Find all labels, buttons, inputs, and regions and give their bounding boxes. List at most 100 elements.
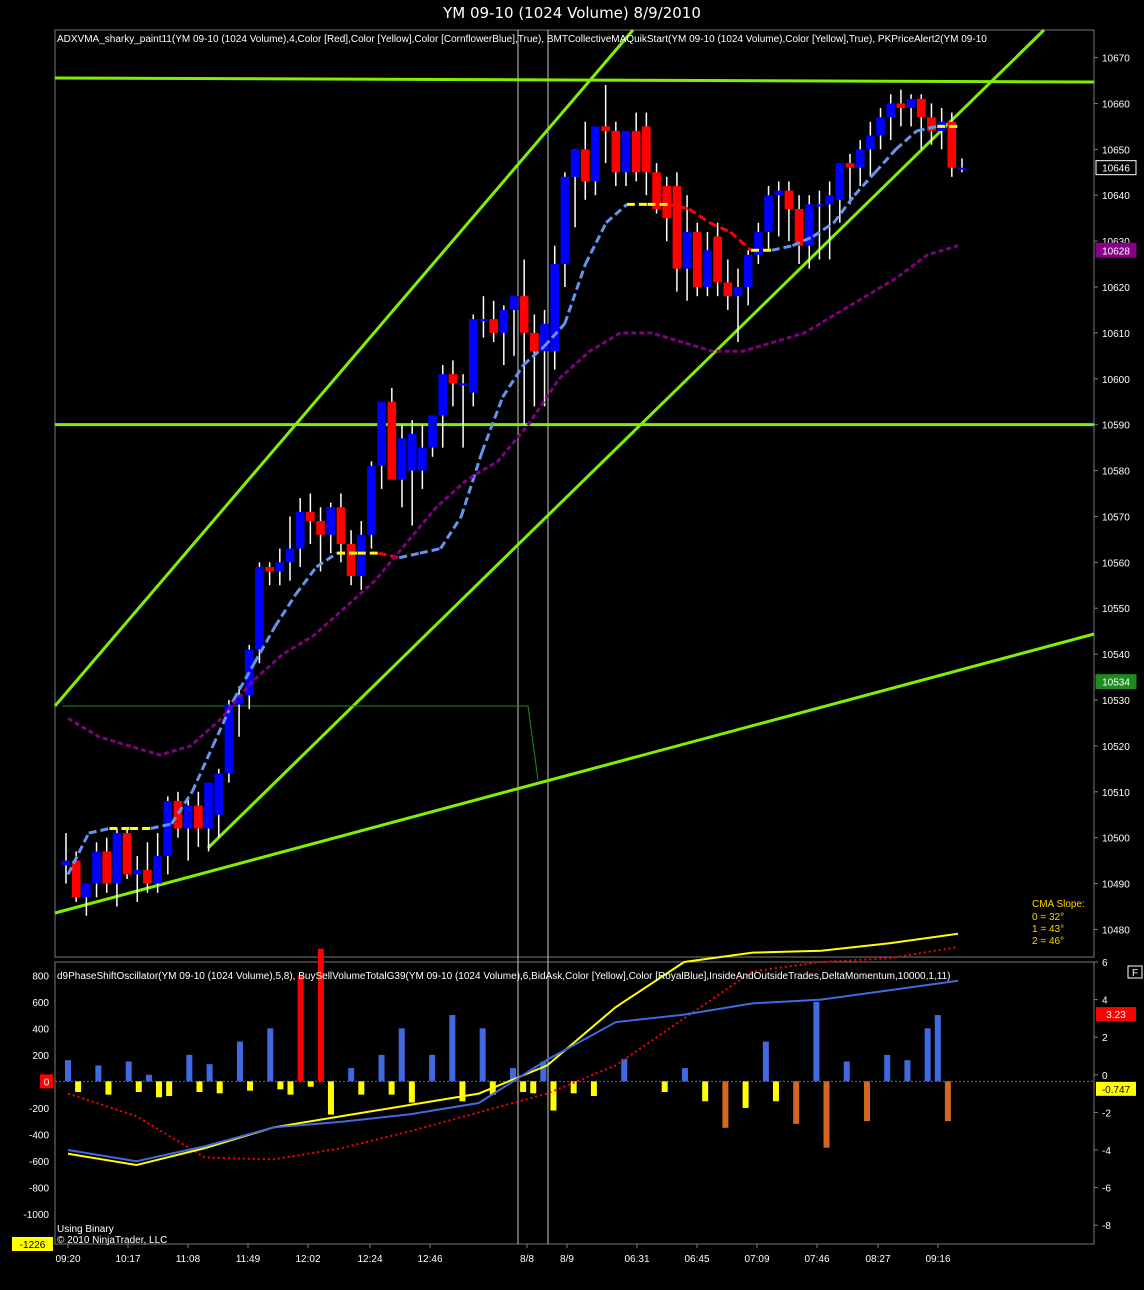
- price-axis-label: 10530: [1102, 696, 1130, 707]
- axes: 1067010660106501064010630106201061010600…: [23, 54, 1130, 1265]
- price-axis-label: 10540: [1102, 650, 1130, 661]
- price-axis-label: 10550: [1102, 604, 1130, 615]
- time-axis-label: 07:09: [744, 1254, 769, 1265]
- candle-body: [92, 851, 101, 884]
- oscillator-panel: [55, 932, 1094, 1167]
- time-axis-label: 11:49: [236, 1254, 261, 1265]
- cma-segment: [584, 222, 608, 265]
- candle-body: [82, 883, 91, 898]
- price-axis-label: 10610: [1102, 329, 1130, 340]
- candle-body: [560, 176, 570, 265]
- volume-bar: [125, 1061, 132, 1082]
- candle-body: [876, 117, 885, 136]
- price-tag-label: 10534: [1102, 678, 1130, 689]
- volume-bar: [267, 1028, 274, 1082]
- candle-body: [468, 319, 478, 393]
- cma-segment: [709, 221, 731, 234]
- cma-segment: [398, 551, 421, 560]
- cma-segment: [315, 551, 338, 569]
- candle-body: [906, 98, 916, 109]
- price-axis-label: 10520: [1102, 742, 1130, 753]
- candle-body: [143, 869, 152, 884]
- cma-segment: [439, 515, 463, 550]
- price-axis-label: 10570: [1102, 512, 1130, 523]
- price-alert-line: [62, 705, 539, 781]
- cma-segment: [729, 230, 753, 252]
- volume-bar: [884, 1054, 891, 1082]
- candle-body: [418, 447, 427, 471]
- cma-segment: [419, 547, 441, 555]
- volume-bar: [166, 1081, 173, 1096]
- cma-segment: [563, 263, 587, 325]
- candle-body: [764, 195, 773, 232]
- volume-bar: [388, 1081, 395, 1095]
- candle-body: [255, 566, 264, 650]
- time-axis-label: 09:20: [55, 1254, 80, 1265]
- time-axis-label: 10:17: [115, 1254, 140, 1265]
- volume-bar: [934, 1015, 941, 1082]
- volume-bar: [186, 1054, 193, 1082]
- candle-body: [947, 121, 957, 168]
- candle-body: [886, 103, 896, 118]
- candle-body: [825, 195, 834, 205]
- osc-left-axis-label: -800: [29, 1183, 49, 1194]
- candle-body: [774, 190, 784, 196]
- candle-body: [356, 534, 366, 577]
- candle-body: [204, 782, 213, 829]
- cma-segment: [853, 171, 877, 197]
- volume-bar: [520, 1081, 527, 1092]
- volume-bar: [156, 1081, 163, 1098]
- time-axis-label: 12:24: [357, 1254, 382, 1265]
- candle-body: [580, 149, 590, 182]
- osc-left-axis-label: 400: [32, 1024, 49, 1035]
- cma-slope-line: 1 = 43°: [1032, 924, 1064, 935]
- volume-bar: [823, 1081, 830, 1148]
- volume-bar: [216, 1081, 223, 1094]
- cma-segment: [688, 207, 711, 224]
- cma-segment: [273, 593, 297, 628]
- price-axis-label: 10490: [1102, 880, 1130, 891]
- volume-bar: [327, 1081, 334, 1115]
- time-axis-label: 12:02: [295, 1254, 320, 1265]
- candle-body: [621, 130, 631, 173]
- osc-right-tag-label: -0.747: [1102, 1085, 1131, 1096]
- candle-body: [611, 130, 621, 173]
- volume-bar: [135, 1081, 142, 1092]
- candle-body: [448, 374, 458, 384]
- candle-body: [631, 130, 641, 173]
- volume-bar: [277, 1081, 284, 1090]
- candle-body: [601, 126, 610, 131]
- volume-bar: [287, 1081, 294, 1095]
- volume-bar: [429, 1054, 436, 1082]
- cma-slope-line: 2 = 46°: [1032, 936, 1064, 947]
- volume-bar: [145, 1074, 152, 1082]
- candle-body: [458, 383, 468, 386]
- candle-body: [519, 296, 529, 333]
- candle-body: [662, 186, 672, 219]
- osc-left-tag-label: -1226: [20, 1240, 46, 1251]
- osc-right-axis-label: 2: [1102, 1033, 1108, 1044]
- osc-right-axis-label: -4: [1102, 1146, 1111, 1157]
- cma-segment: [771, 244, 793, 252]
- osc-right-axis-label: 4: [1102, 996, 1108, 1007]
- cma-segment: [501, 364, 525, 398]
- oscillator-panel-frame: [54, 961, 1095, 1245]
- price-axis-label: 10560: [1102, 558, 1130, 569]
- volume-bar: [236, 1041, 243, 1082]
- cma-segment: [894, 129, 918, 151]
- volume-bar: [348, 1068, 355, 1082]
- osc-right-axis-label: 0: [1102, 1071, 1108, 1082]
- candle-body: [407, 433, 417, 471]
- volume-bar: [530, 1081, 537, 1094]
- volume-bar: [681, 1068, 688, 1082]
- candle-body: [102, 851, 112, 884]
- candle-body: [61, 860, 71, 866]
- candle-body: [672, 186, 682, 269]
- candle-body: [367, 465, 376, 535]
- corner-label: F: [1132, 968, 1138, 979]
- price-axis-label: 10580: [1102, 467, 1130, 478]
- candle-body: [183, 805, 193, 829]
- time-axis-label: 06:45: [684, 1254, 709, 1265]
- osc-left-tag-label: 0: [44, 1077, 50, 1088]
- volume-bar: [297, 975, 304, 1082]
